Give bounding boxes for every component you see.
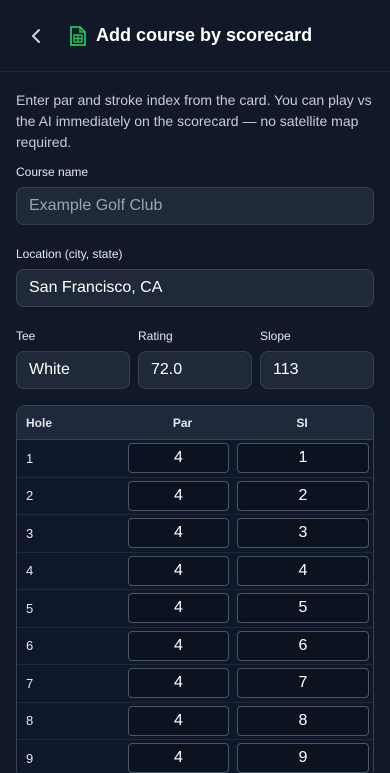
table-header: Hole Par SI: [17, 406, 373, 440]
par-input[interactable]: 4: [128, 705, 229, 736]
si-input[interactable]: 6: [237, 630, 369, 661]
location-label: Location (city, state): [16, 247, 123, 261]
spreadsheet-icon: [68, 25, 88, 47]
table-row: 6 4 6: [17, 627, 373, 665]
hole-number: 7: [26, 675, 34, 691]
hole-column-header: Hole: [26, 415, 53, 430]
si-input[interactable]: 3: [237, 518, 369, 549]
par-input[interactable]: 4: [128, 480, 229, 511]
par-input[interactable]: 4: [128, 743, 229, 773]
hole-table: Hole Par SI 1 4 1 2 4 2 3 4 3 4 4 4 5 4 …: [16, 405, 374, 773]
si-input[interactable]: 1: [237, 443, 369, 474]
par-input[interactable]: 4: [128, 518, 229, 549]
si-input[interactable]: 2: [237, 480, 369, 511]
back-button[interactable]: [26, 26, 46, 46]
par-input[interactable]: 4: [128, 630, 229, 661]
slope-input[interactable]: 113: [260, 351, 374, 389]
hole-number: 2: [26, 488, 34, 504]
hole-number: 4: [26, 563, 34, 579]
rating-label: Rating: [138, 329, 173, 343]
chevron-left-icon: [32, 28, 40, 43]
si-input[interactable]: 9: [237, 743, 369, 773]
form: Enter par and stroke index from the card…: [0, 72, 390, 773]
par-input[interactable]: 4: [128, 443, 229, 474]
tee-field: Tee White: [16, 329, 130, 389]
hole-number: 6: [26, 638, 34, 654]
course-name-field: Course name Example Golf Club: [16, 165, 374, 225]
location-input[interactable]: San Francisco, CA: [16, 269, 374, 307]
hole-number: 1: [26, 450, 34, 466]
table-row: 1 4 1: [17, 440, 373, 478]
intro-text: Enter par and stroke index from the card…: [16, 92, 372, 150]
si-input[interactable]: 4: [237, 555, 369, 586]
par-input[interactable]: 4: [128, 668, 229, 699]
si-input[interactable]: 8: [237, 705, 369, 736]
table-row: 2 4 2: [17, 477, 373, 515]
rating-field: Rating 72.0: [138, 329, 252, 389]
course-name-label: Course name: [16, 165, 89, 179]
tee-rating-slope-row: Tee White Rating 72.0 Slope 113: [16, 329, 374, 389]
table-row: 7 4 7: [17, 665, 373, 703]
si-input[interactable]: 5: [237, 593, 369, 624]
page-title: Add course by scorecard: [96, 25, 313, 45]
si-input[interactable]: 7: [237, 668, 369, 699]
table-row: 9 4 9: [17, 740, 373, 773]
table-row: 3 4 3: [17, 515, 373, 553]
rating-input[interactable]: 72.0: [138, 351, 252, 389]
par-input[interactable]: 4: [128, 555, 229, 586]
slope-label: Slope: [260, 329, 291, 343]
tee-input[interactable]: White: [16, 351, 130, 389]
table-body: 1 4 1 2 4 2 3 4 3 4 4 4 5 4 5 6 4 6 7 4 …: [17, 440, 373, 773]
course-name-input[interactable]: Example Golf Club: [16, 187, 374, 225]
app-header: Add course by scorecard: [0, 0, 390, 72]
par-column-header: Par: [172, 415, 193, 430]
hole-number: 3: [26, 525, 34, 541]
slope-field: Slope 113: [260, 329, 374, 389]
hole-number: 9: [26, 750, 34, 766]
table-row: 5 4 5: [17, 590, 373, 628]
hole-number: 8: [26, 713, 34, 729]
tee-label: Tee: [16, 329, 36, 343]
hole-number: 5: [26, 600, 34, 616]
par-input[interactable]: 4: [128, 593, 229, 624]
table-row: 8 4 8: [17, 702, 373, 740]
si-column-header: SI: [296, 415, 308, 430]
table-row: 4 4 4: [17, 552, 373, 590]
location-field: Location (city, state) San Francisco, CA: [16, 247, 374, 307]
